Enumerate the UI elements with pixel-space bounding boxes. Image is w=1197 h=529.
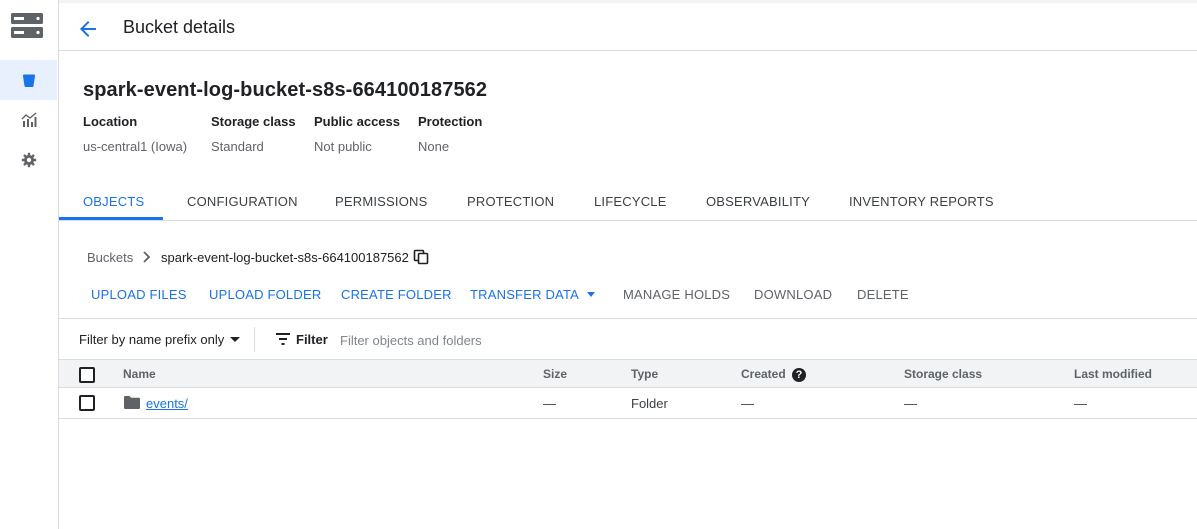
monitoring-icon xyxy=(21,112,36,127)
meta-label: Location xyxy=(83,114,138,129)
delete-button[interactable]: DELETE xyxy=(857,287,909,302)
object-last-modified: — xyxy=(1074,396,1087,411)
active-tab-indicator xyxy=(59,217,163,220)
divider xyxy=(254,327,255,352)
back-arrow-icon[interactable] xyxy=(76,17,100,41)
column-header-storage-class[interactable]: Storage class xyxy=(904,367,982,381)
tab-permissions[interactable]: PERMISSIONS xyxy=(335,194,428,209)
breadcrumb-current: spark-event-log-bucket-s8s-664100187562 xyxy=(161,250,409,265)
filter-bar: Filter by name prefix only Filter xyxy=(59,318,1197,360)
meta-value: Not public xyxy=(314,139,372,154)
folder-icon xyxy=(124,396,140,409)
column-header-last-modified[interactable]: Last modified xyxy=(1074,367,1152,381)
help-icon[interactable]: ? xyxy=(792,368,806,382)
column-header-created[interactable]: Created xyxy=(741,367,786,381)
object-size: — xyxy=(543,396,556,411)
meta-location: Location us-central1 (Iowa) xyxy=(83,114,187,154)
table-header: Name Size Type Created ? Storage class L… xyxy=(59,359,1197,388)
nav-item-settings[interactable] xyxy=(0,140,57,180)
meta-label: Public access xyxy=(314,114,400,129)
meta-label: Protection xyxy=(418,114,483,129)
bucket-name: spark-event-log-bucket-s8s-664100187562 xyxy=(83,79,488,101)
chevron-right-icon xyxy=(143,251,151,263)
create-folder-button[interactable]: CREATE FOLDER xyxy=(341,287,452,302)
meta-value: us-central1 (Iowa) xyxy=(83,139,188,154)
tab-bar: OBJECTS CONFIGURATION PERMISSIONS PROTEC… xyxy=(59,183,1197,221)
nav-item-monitoring[interactable] xyxy=(0,100,57,140)
tab-configuration[interactable]: CONFIGURATION xyxy=(187,194,298,209)
left-nav-rail xyxy=(0,0,59,529)
page-title: Bucket details xyxy=(123,17,236,37)
tab-lifecycle[interactable]: LIFECYCLE xyxy=(594,194,667,209)
column-header-name[interactable]: Name xyxy=(123,367,156,381)
meta-value: None xyxy=(418,139,450,154)
transfer-data-button[interactable]: TRANSFER DATA xyxy=(470,287,596,302)
filter-icon[interactable] xyxy=(276,333,290,345)
tab-inventory-reports[interactable]: INVENTORY REPORTS xyxy=(849,194,994,209)
meta-label: Storage class xyxy=(211,114,296,129)
dropdown-arrow-icon xyxy=(587,292,596,297)
object-created: — xyxy=(741,396,754,411)
column-header-type[interactable]: Type xyxy=(631,367,658,381)
meta-protection: Protection None xyxy=(418,114,482,154)
bucket-icon xyxy=(22,74,35,87)
filter-mode-dropdown[interactable]: Filter by name prefix only xyxy=(79,332,241,347)
tab-protection[interactable]: PROTECTION xyxy=(467,194,554,209)
meta-public-access: Public access Not public xyxy=(314,114,400,154)
upload-files-button[interactable]: UPLOAD FILES xyxy=(91,287,187,302)
filter-mode-label: Filter by name prefix only xyxy=(79,332,225,347)
breadcrumb-buckets[interactable]: Buckets xyxy=(87,250,133,265)
column-header-size[interactable]: Size xyxy=(543,367,567,381)
object-name-link[interactable]: events/ xyxy=(146,396,188,411)
select-all-checkbox[interactable] xyxy=(79,367,95,383)
filter-label[interactable]: Filter xyxy=(296,332,328,347)
tab-observability[interactable]: OBSERVABILITY xyxy=(706,194,810,209)
filter-input[interactable] xyxy=(338,326,742,354)
copy-icon[interactable] xyxy=(413,249,429,265)
manage-holds-button[interactable]: MANAGE HOLDS xyxy=(623,287,730,302)
meta-value: Standard xyxy=(211,139,264,154)
page-header: Bucket details xyxy=(59,0,1197,51)
upload-folder-button[interactable]: UPLOAD FOLDER xyxy=(209,287,321,302)
download-button[interactable]: DOWNLOAD xyxy=(754,287,832,302)
transfer-data-label: TRANSFER DATA xyxy=(470,287,580,302)
tab-objects[interactable]: OBJECTS xyxy=(83,194,144,209)
nav-item-buckets[interactable] xyxy=(0,60,57,100)
table-row: events/ — Folder — — — xyxy=(59,388,1197,419)
object-storage-class: — xyxy=(904,396,917,411)
row-checkbox[interactable] xyxy=(79,395,95,411)
settings-icon xyxy=(21,152,36,168)
storage-icon[interactable] xyxy=(10,12,44,40)
dropdown-arrow-icon xyxy=(230,337,241,342)
object-type: Folder xyxy=(631,396,668,411)
meta-storage-class: Storage class Standard xyxy=(211,114,296,154)
